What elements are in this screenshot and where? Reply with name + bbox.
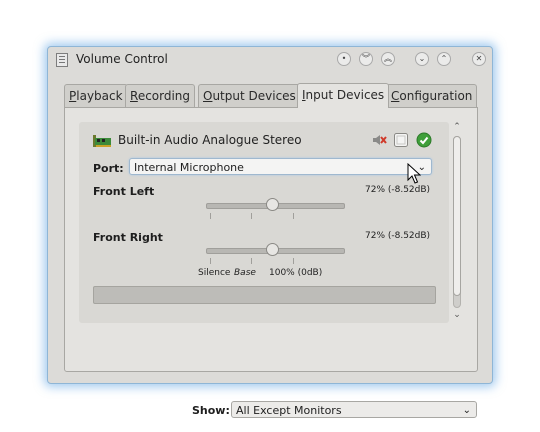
tick-hundred xyxy=(293,213,294,219)
tick-base xyxy=(251,258,252,264)
chevron-down-icon: ⌄ xyxy=(462,405,471,416)
port-label: Port: xyxy=(93,162,124,175)
channel-label-front-right: Front Right xyxy=(93,231,163,244)
slider-front-right[interactable] xyxy=(206,243,345,256)
port-dropdown[interactable]: Internal Microphone ⌄ xyxy=(129,158,432,175)
slider-front-left[interactable] xyxy=(206,198,345,211)
tab-input-devices[interactable]: Input Devices xyxy=(297,83,390,108)
tab-configuration[interactable]: Configuration xyxy=(386,84,478,107)
shade-icon[interactable]: ︾ xyxy=(359,52,373,66)
channel-value-front-left: 72% (-8.52dB) xyxy=(365,185,431,195)
document-icon[interactable] xyxy=(56,53,68,67)
vertical-scrollbar[interactable]: ⌃ ⌄ xyxy=(449,122,465,323)
tab-playback[interactable]: Playback xyxy=(64,84,128,107)
show-value: All Except Monitors xyxy=(236,404,342,417)
sound-card-icon xyxy=(93,135,111,147)
scale-silence: Silence xyxy=(198,268,231,278)
scroll-up-icon[interactable]: ⌃ xyxy=(449,122,465,132)
minimize-icon[interactable]: ⌄ xyxy=(415,52,429,66)
channel-value-front-right: 72% (-8.52dB) xyxy=(365,231,431,241)
tick-base xyxy=(251,213,252,219)
tab-recording[interactable]: Recording xyxy=(125,84,196,107)
lock-channels-icon[interactable] xyxy=(393,132,409,148)
scroll-handle[interactable] xyxy=(453,136,461,296)
tab-output-devices[interactable]: Output Devices xyxy=(198,84,301,107)
set-default-check-icon[interactable] xyxy=(416,132,432,148)
tab-label: nput Devices xyxy=(305,88,385,102)
keep-above-icon[interactable]: ︽ xyxy=(381,52,395,66)
scroll-down-icon[interactable]: ⌄ xyxy=(449,310,465,320)
scale-hundred: 100% (0dB) xyxy=(269,268,323,278)
device-card: Built-in Audio Analogue Stereo Port: Int… xyxy=(79,122,461,323)
maximize-icon[interactable]: ⌃ xyxy=(437,52,451,66)
volume-control-window: Volume Control • ︾ ︽ ⌄ ⌃ ✕ Playback Reco… xyxy=(47,46,493,418)
channel-label-front-left: Front Left xyxy=(93,185,155,198)
slider-handle[interactable] xyxy=(266,198,280,211)
tab-label: layback xyxy=(76,89,123,103)
tick-hundred xyxy=(293,258,294,264)
show-label: Show: xyxy=(192,404,230,417)
window-title: Volume Control xyxy=(76,52,168,66)
peak-meter xyxy=(93,286,436,304)
close-icon[interactable]: ✕ xyxy=(472,52,486,66)
title-bar[interactable]: Volume Control • ︾ ︽ ⌄ ⌃ ✕ xyxy=(48,47,492,73)
tick-silence xyxy=(210,258,211,264)
tab-label: ecording xyxy=(137,89,191,103)
tab-mnemonic: R xyxy=(130,89,138,103)
tab-label: utput Devices xyxy=(212,89,296,103)
slider-handle[interactable] xyxy=(266,243,280,256)
scale-base: Base xyxy=(234,268,256,278)
show-dropdown[interactable]: All Except Monitors ⌄ xyxy=(231,401,477,418)
speaker-muted-icon[interactable] xyxy=(371,132,387,148)
tick-silence xyxy=(210,213,211,219)
device-name: Built-in Audio Analogue Stereo xyxy=(118,133,302,147)
mouse-cursor-icon xyxy=(407,163,421,184)
tab-label: onfiguration xyxy=(399,89,473,103)
port-value: Internal Microphone xyxy=(134,161,244,174)
input-devices-panel: Built-in Audio Analogue Stereo Port: Int… xyxy=(64,107,478,418)
menu-icon[interactable]: • xyxy=(337,52,351,66)
